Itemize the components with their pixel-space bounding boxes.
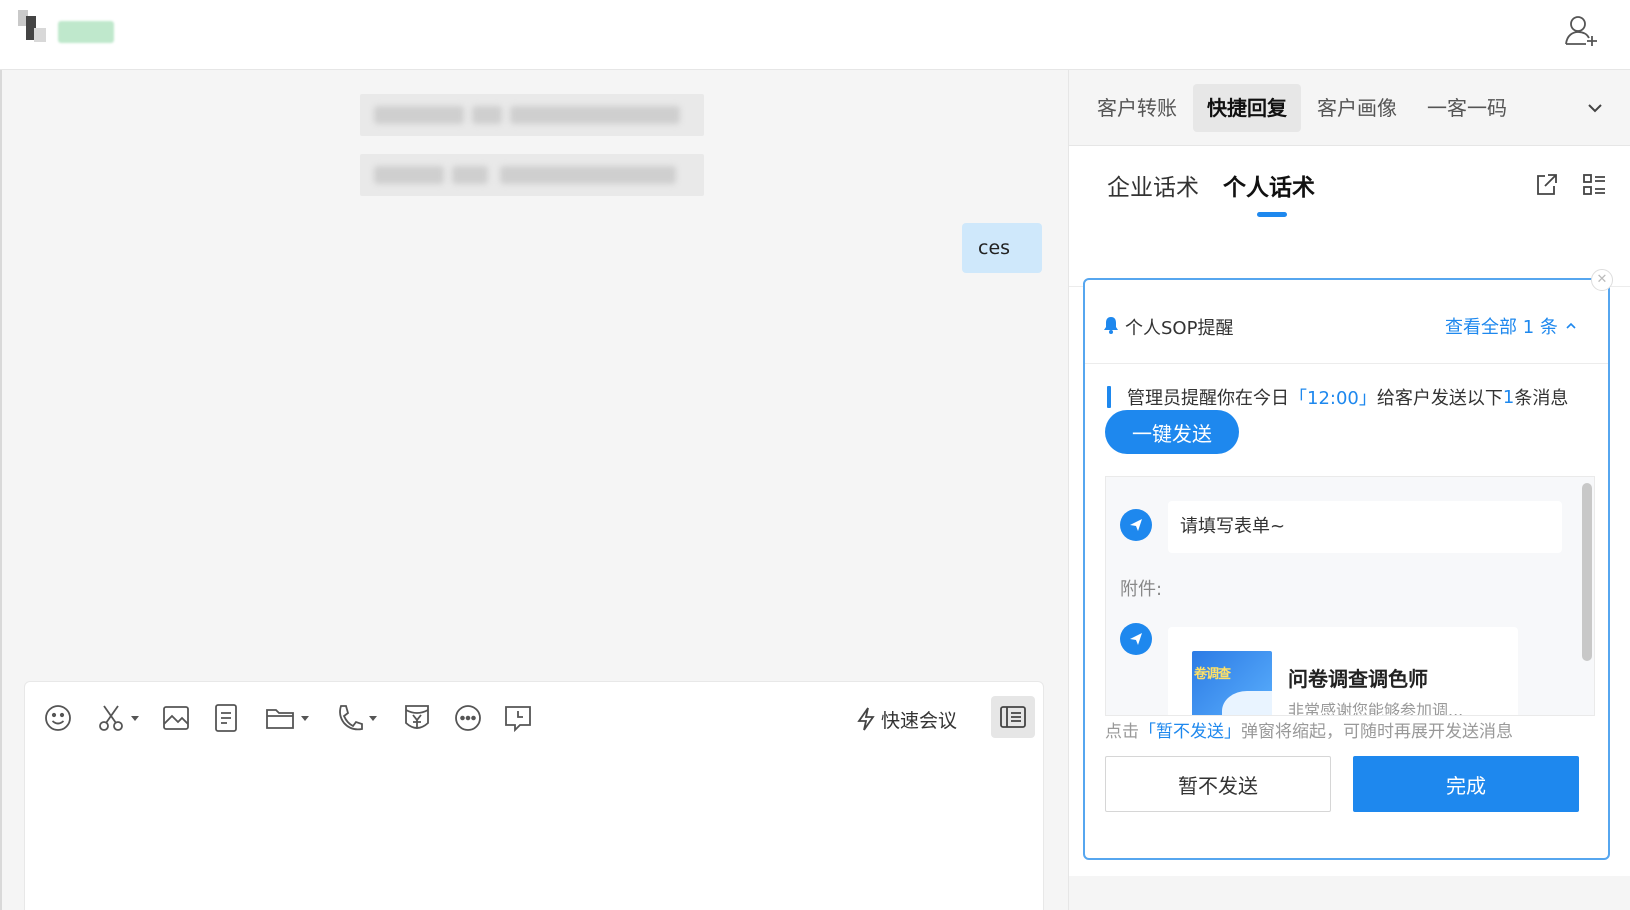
folder-icon[interactable] [265, 700, 309, 736]
tab-personal-scripts[interactable]: 个人话术 [1223, 168, 1315, 202]
lightning-icon [857, 707, 875, 731]
attachment-thumbnail: 卷调查 [1192, 651, 1272, 715]
screenshot-scissors-icon[interactable] [97, 700, 139, 736]
reminder-accent-bar [1107, 386, 1111, 408]
tab-customer-profile[interactable]: 客户画像 [1303, 84, 1411, 132]
chat-header [0, 0, 1630, 70]
message-composer[interactable]: 快速会议 [24, 681, 1044, 910]
sop-reminder-text: 管理员提醒你在今日 「12:00」 给客户发送以下 1 条消息 [1107, 384, 1568, 410]
quick-meeting-button[interactable]: 快速会议 [855, 702, 957, 736]
close-icon[interactable]: ✕ [1591, 269, 1613, 291]
incoming-message-blurred [360, 154, 704, 196]
sop-hint: 点击「暂不发送」弹窗将缩起，可随时再展开发送消息 [1105, 722, 1513, 742]
active-tab-indicator [1257, 212, 1287, 217]
person-add-icon[interactable] [1564, 14, 1600, 48]
chevron-down-icon[interactable] [369, 715, 377, 721]
chevron-down-icon[interactable] [131, 715, 139, 721]
chat-message-area: ces 快速会议 [0, 70, 1066, 910]
thumbnail-label: 卷调查 [1194, 667, 1231, 682]
sop-header: 个人SOP提醒 查看全部 1 条 [1085, 280, 1608, 364]
red-packet-icon[interactable] [403, 700, 431, 736]
sop-message-text: 请填写表单~ [1168, 501, 1562, 553]
list-view-icon[interactable] [1581, 172, 1607, 198]
scrollbar[interactable] [1582, 483, 1592, 661]
share-export-icon[interactable] [1533, 172, 1559, 198]
contact-avatar[interactable] [14, 10, 48, 44]
chevron-up-icon [1566, 322, 1576, 329]
more-icon[interactable] [453, 700, 483, 736]
attachment-title: 问卷调查调色师 [1288, 667, 1428, 691]
reminder-time: 「12:00」 [1289, 388, 1377, 409]
side-panel-toggle-icon[interactable] [991, 696, 1035, 738]
chevron-down-icon[interactable] [1585, 98, 1605, 118]
tab-one-customer-one-code[interactable]: 一客一码 [1413, 84, 1521, 132]
done-button[interactable]: 完成 [1353, 756, 1579, 812]
panel-top-tabs: 客户转账 快捷回复 客户画像 一客一码 [1069, 70, 1630, 146]
attachment-description: 非常感谢您能够参加调... [1288, 701, 1464, 716]
sop-reminder-popup[interactable]: 个人SOP提醒 查看全部 1 条 管理员提醒你在今日 「12:00」 给客户发送以下… [1083, 278, 1610, 860]
send-plane-icon[interactable] [1120, 509, 1152, 541]
one-click-send-button[interactable]: 一键发送 [1105, 410, 1239, 454]
attachment-card[interactable]: 卷调查 问卷调查调色师 非常感谢您能够参加调... [1168, 627, 1518, 716]
schedule-message-icon[interactable] [503, 700, 533, 736]
image-icon[interactable] [161, 700, 191, 736]
contact-name-blurred [58, 21, 114, 43]
tab-customer-transfer[interactable]: 客户转账 [1083, 84, 1191, 132]
not-now-button[interactable]: 暂不发送 [1105, 756, 1331, 812]
quick-meeting-label: 快速会议 [881, 709, 958, 732]
send-plane-icon[interactable] [1120, 623, 1152, 655]
chevron-down-icon[interactable] [301, 715, 309, 721]
sop-message-list[interactable]: 请填写表单~ 附件: 卷调查 问卷调查调色师 非常感谢您能够参加调... [1105, 476, 1595, 716]
attachment-label: 附件: [1120, 579, 1163, 600]
outgoing-message: ces [962, 223, 1042, 273]
reminder-count: 1 [1502, 386, 1515, 408]
tab-enterprise-scripts[interactable]: 企业话术 [1107, 168, 1199, 202]
view-all-label: 查看全部 1 条 [1445, 317, 1558, 338]
emoji-icon[interactable] [43, 700, 73, 736]
bell-icon [1104, 317, 1118, 334]
sop-title: 个人SOP提醒 [1125, 318, 1234, 339]
incoming-message-blurred [360, 94, 704, 136]
document-icon[interactable] [213, 700, 239, 736]
tab-quick-reply[interactable]: 快捷回复 [1193, 84, 1301, 132]
phone-icon[interactable] [335, 700, 377, 736]
view-all-link[interactable]: 查看全部 1 条 [1445, 313, 1576, 339]
